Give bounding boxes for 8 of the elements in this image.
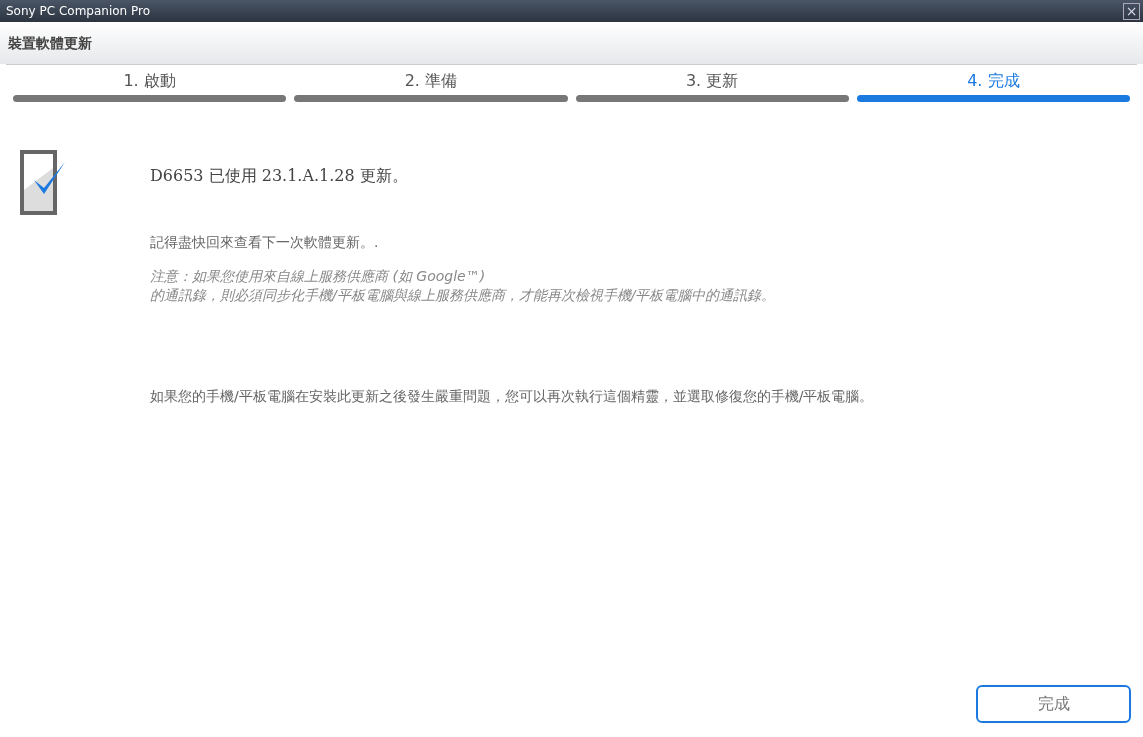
status-heading: D6653 已使用 23.1.A.1.28 更新。 <box>150 165 409 187</box>
window-title: Sony PC Companion Pro <box>6 3 151 20</box>
close-button[interactable]: × <box>1123 2 1140 20</box>
note-text: 注意：如果您使用來自線上服務供應商 (如 Google™) 的通訊錄，則必須同步化手機/平板電腦與線上服務供應商，才能再次檢視手機/平板電腦中的通訊錄。 <box>150 267 777 305</box>
finish-button[interactable]: 完成 <box>976 685 1131 723</box>
repair-text: 如果您的手機/平板電腦在安裝此更新之後發生嚴重問題，您可以再次執行這個精靈，並選取修復您的手機/平板電腦。 <box>150 387 875 406</box>
reminder-text: 記得盡快回來查看下一次軟體更新。. <box>150 233 380 252</box>
page-title: 裝置軟體更新 <box>8 33 92 53</box>
